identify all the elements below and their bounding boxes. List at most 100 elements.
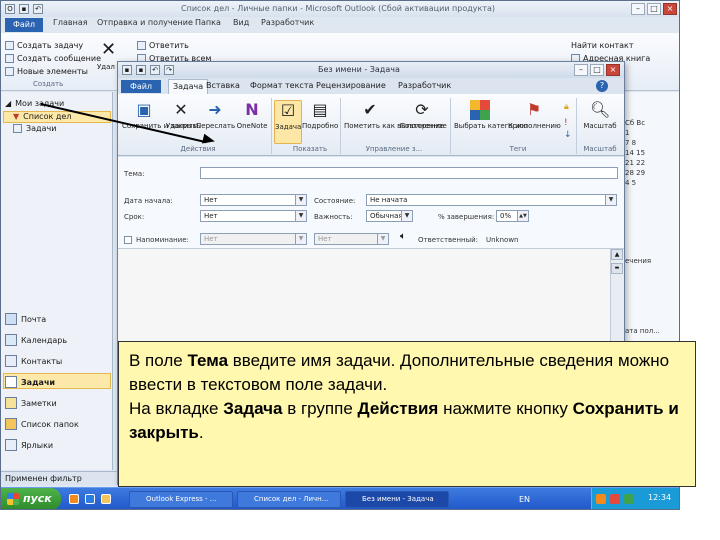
undo-icon[interactable]: ↶ [33, 4, 43, 14]
taskbar-item-todo-list[interactable]: Список дел - Личн... [237, 491, 341, 508]
nav-calendar[interactable]: Календарь [5, 334, 67, 346]
minimize-icon[interactable]: – [631, 3, 645, 15]
chevron-down-icon[interactable]: ▼ [296, 233, 307, 245]
lock-icon[interactable]: 🔒︎ [564, 102, 569, 112]
chevron-down-icon[interactable]: ▼ [378, 233, 389, 245]
reminder-time-input[interactable]: Нет [314, 233, 378, 245]
calendar-row: 28 29 [625, 169, 646, 177]
task-file-tab[interactable]: Файл [121, 80, 161, 93]
task-icon [5, 40, 14, 50]
tab-folder[interactable]: Папка [195, 18, 221, 27]
tab-task[interactable]: Задача [168, 79, 209, 94]
task-view-button[interactable]: ☑ Задача [274, 100, 302, 144]
nav-mail[interactable]: Почта [5, 313, 46, 325]
chevron-down-icon[interactable]: ▼ [402, 210, 413, 222]
reminder-checkbox[interactable] [124, 236, 132, 244]
quicklaunch-icon[interactable] [85, 494, 95, 504]
new-message-button[interactable]: Создать сообщение [5, 52, 101, 64]
nav-folder-list[interactable]: Список папок [5, 418, 79, 430]
contacts-icon [5, 355, 17, 367]
high-importance-icon[interactable]: ! [564, 118, 568, 128]
scroll-up-icon[interactable]: ▲ [611, 249, 623, 260]
stepper-icon[interactable]: ▲▼ [518, 210, 529, 222]
quicklaunch-icon[interactable] [101, 494, 111, 504]
low-importance-icon[interactable]: ↓ [564, 130, 572, 140]
chevron-down-icon[interactable]: ▼ [296, 210, 307, 222]
ribbon-separator [576, 98, 577, 154]
zoom-button[interactable]: 🔍︎ Масштаб [580, 100, 620, 144]
sound-icon[interactable]: 🔈︎ [400, 231, 406, 242]
redo-icon[interactable]: ↷ [164, 65, 174, 75]
owner-label: Ответственный: [418, 236, 479, 244]
reply-button[interactable]: Ответить [137, 39, 189, 51]
calendar-row: 7 8 [625, 139, 637, 147]
onenote-button[interactable]: N OneNote [234, 100, 270, 144]
due-date-input[interactable]: Нет [200, 210, 296, 222]
percent-complete-label: % завершения: [438, 213, 495, 221]
tray-icon[interactable] [610, 494, 620, 504]
maximize-icon[interactable]: □ [647, 3, 661, 15]
clock[interactable]: 12:34 [648, 493, 671, 502]
close-icon[interactable]: × [663, 3, 677, 15]
find-contact-button[interactable]: Найти контакт [571, 39, 634, 51]
priority-select[interactable]: Обычная [366, 210, 402, 222]
details-icon: ▤ [312, 100, 328, 119]
recurrence-button[interactable]: ⟳ Повторение [398, 100, 446, 144]
details-button[interactable]: ▤ Подробно [302, 100, 338, 144]
save-icon[interactable]: ▪ [19, 4, 29, 14]
quicklaunch-icon[interactable] [69, 494, 79, 504]
maximize-icon[interactable]: □ [590, 64, 604, 76]
tab-developer[interactable]: Разработчик [398, 81, 451, 90]
subject-input[interactable] [200, 167, 618, 179]
tab-insert[interactable]: Вставка [206, 81, 240, 90]
tab-view[interactable]: Вид [233, 18, 249, 27]
calendar-row: 4 5 [625, 179, 637, 187]
navigation-pane [1, 92, 113, 470]
instruction-paragraph-2: На вкладке Задача в группе Действия нажм… [129, 399, 679, 442]
status-select[interactable]: Не начата [366, 194, 606, 206]
task-window-controls: – □ × [574, 64, 620, 76]
outlook-file-tab[interactable]: Файл [5, 18, 43, 32]
reminder-date-input[interactable]: Нет [200, 233, 296, 245]
priority-label: Важность: [314, 213, 353, 221]
mark-complete-button[interactable]: ✔ Пометить как выполненное [344, 100, 447, 144]
percent-complete-input[interactable]: 0% [496, 210, 518, 222]
new-items-button[interactable]: Новые элементы [5, 65, 88, 77]
tab-send-receive[interactable]: Отправка и получение [97, 18, 193, 27]
delete-icon[interactable]: ✕ [101, 39, 116, 60]
tags-group-label: Теги [509, 145, 527, 153]
tab-review[interactable]: Рецензирование [316, 81, 386, 90]
new-task-button[interactable]: Создать задачу [5, 39, 83, 51]
undo-icon[interactable]: ↶ [150, 65, 160, 75]
chevron-down-icon[interactable]: ▼ [606, 194, 617, 206]
chevron-down-icon[interactable]: ▼ [296, 194, 307, 206]
save-icon[interactable]: ▪ [136, 65, 146, 75]
outlook-window-title: Список дел - Личные папки - Microsoft Ou… [181, 4, 496, 13]
start-date-input[interactable]: Нет [200, 194, 296, 206]
nav-todo-list[interactable]: ▼ Список дел [13, 112, 71, 121]
mail-icon [5, 313, 17, 325]
taskbar-item-task[interactable]: Без имени - Задача [345, 491, 449, 508]
nav-contacts[interactable]: Контакты [5, 355, 62, 367]
tray-icon[interactable] [624, 494, 634, 504]
language-indicator[interactable]: EN [519, 495, 530, 504]
reply-icon [137, 40, 146, 50]
tray-icon[interactable] [596, 494, 606, 504]
save-close-button[interactable]: ▣ Сохранить и закрыть [122, 100, 201, 144]
tab-home[interactable]: Главная [53, 18, 88, 27]
recurrence-icon: ⟳ [415, 100, 429, 119]
nav-notes[interactable]: Заметки [5, 397, 57, 409]
nav-tasks-folder[interactable]: Задачи [13, 124, 56, 133]
minimize-icon[interactable]: – [574, 64, 588, 76]
categorize-button[interactable]: Выбрать категорию [454, 100, 528, 144]
nav-shortcuts[interactable]: Ярлыки [5, 439, 53, 451]
taskbar-item-outlook-express[interactable]: Outlook Express - ... [129, 491, 233, 508]
help-icon[interactable]: ? [596, 80, 608, 92]
scroll-mark-icon[interactable]: ▬ [611, 263, 623, 274]
nav-tasks[interactable]: Задачи [5, 376, 55, 388]
tab-developer[interactable]: Разработчик [261, 18, 314, 27]
flag-icon: ⚑ [526, 100, 542, 119]
tab-format-text[interactable]: Формат текста [250, 81, 313, 90]
close-icon[interactable]: × [606, 64, 620, 76]
followup-button[interactable]: ⚑ К исполнению [508, 100, 561, 144]
